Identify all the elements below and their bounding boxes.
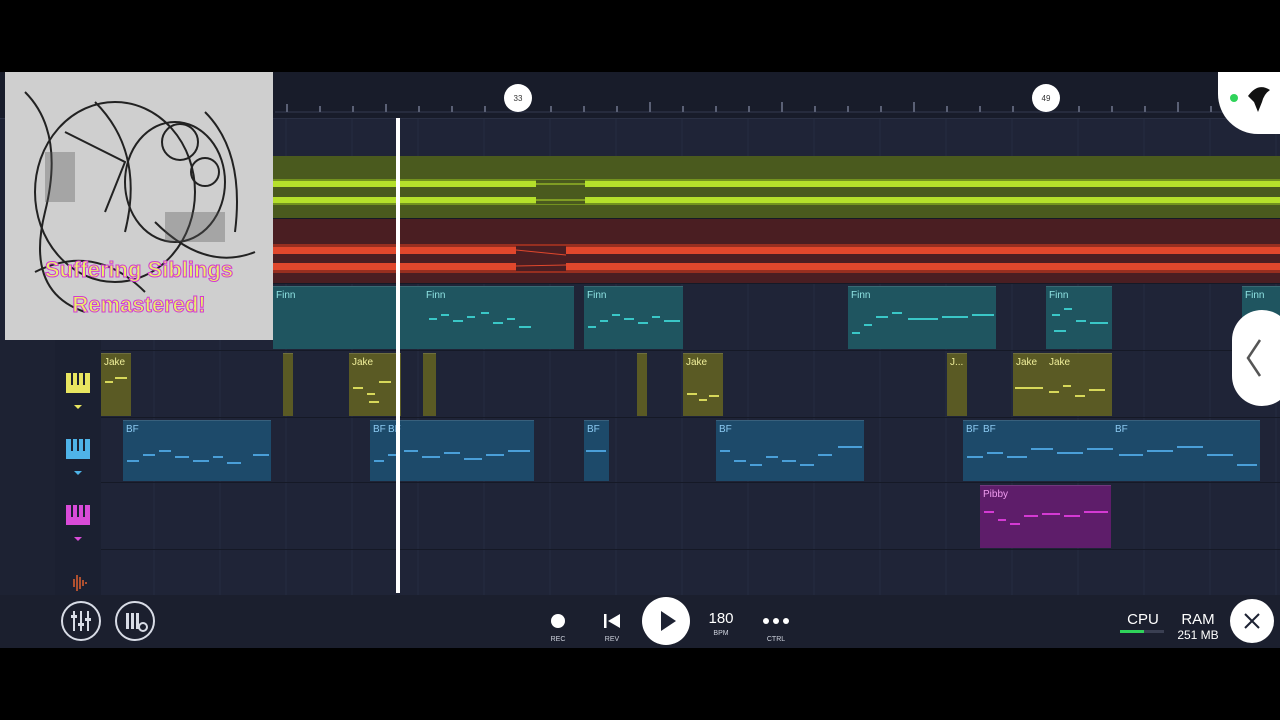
piano-settings-button[interactable] [115,601,155,641]
clip-jake[interactable]: Jake [349,353,401,416]
clip-bf[interactable]: BF [123,420,271,481]
close-icon [1244,613,1260,629]
bpm-label: BPM [713,630,729,637]
clip-jake[interactable]: Jake Jake [1013,353,1112,416]
note-pattern [374,450,530,462]
clip-bf[interactable]: BF BF [370,420,534,481]
play-button[interactable] [642,597,690,645]
piano-icon-jake[interactable] [64,371,94,411]
cpu-label: CPU [1127,611,1159,628]
note-pattern [1052,308,1108,332]
note-pattern [353,381,391,403]
clip-bf[interactable]: BF BF BF [963,420,1260,481]
bpm-display[interactable]: 180 BPM [702,610,740,637]
clip-jake[interactable] [637,353,647,416]
bird-icon [1230,87,1270,112]
ctrl-label: CTRL [766,636,786,643]
close-button[interactable] [1230,599,1274,643]
track-lane-green-audio[interactable] [101,156,1280,219]
clip-finn[interactable]: Finn [584,286,683,349]
rewind-button[interactable]: REV [600,613,624,643]
play-icon [661,611,676,631]
green-waveform [101,179,1280,205]
record-label: REC [550,636,566,643]
clip-jake[interactable]: Jake [683,353,723,416]
svg-text:Remastered!: Remastered! [72,292,205,317]
transport-bar: REC REV 180 BPM CTRL CPU RAM 251 MB [0,595,1280,648]
note-pattern [984,511,1108,525]
bpm-value: 180 [708,610,734,627]
note-pattern [1015,385,1105,397]
note-pattern [127,450,269,464]
ctrl-button[interactable]: CTRL [760,613,792,643]
record-dot-icon [551,614,565,628]
ram-meter: RAM 251 MB [1172,611,1224,642]
clip-finn[interactable]: Finn [1046,286,1112,349]
clip-jake[interactable] [423,353,436,416]
clip-jake[interactable]: J... [947,353,967,416]
clip-label: J... [950,357,964,368]
more-dots-icon [763,618,789,624]
red-waveform [101,244,1280,273]
clip-finn[interactable]: Finn [423,286,534,349]
playhead[interactable] [396,118,400,593]
chevron-left-icon [1246,339,1262,377]
cover-sketch: Suffering Siblings Remastered! [5,72,273,340]
clip-label: Finn [1245,290,1265,301]
clip-jake[interactable] [283,353,293,416]
cpu-bar [1120,630,1164,633]
note-pattern [967,446,1257,466]
mixer-button[interactable] [61,601,101,641]
note-pattern [687,393,719,401]
clip-jake[interactable]: Jake [101,353,131,416]
clip-pibby[interactable]: Pibby [980,485,1111,548]
side-panel-handle[interactable] [1232,310,1280,406]
note-pattern [588,314,680,328]
ram-value: 251 MB [1177,628,1219,642]
svg-text:Suffering Siblings: Suffering Siblings [45,257,233,282]
track-lane-finn[interactable]: Finn Finn Finn Finn Finn Finn [101,284,1280,351]
clip-bf[interactable]: BF [584,420,609,481]
skip-back-icon [604,614,620,628]
mixer-icon [71,611,91,631]
cover-art: Suffering Siblings Remastered! [5,72,273,340]
piano-icon-pibby[interactable] [64,503,94,543]
track-lane-pibby[interactable]: Pibby [101,483,1280,550]
note-pattern [429,312,531,328]
clip-label: Finn [276,290,296,301]
piano-settings-icon [126,613,148,632]
bar-marker-49[interactable]: 49 [1032,84,1060,112]
clip-bf[interactable]: BF [716,420,864,481]
track-lane-jake[interactable]: Jake Jake Jake J... Jake Jake [101,351,1280,418]
bar-marker-33[interactable]: 33 [504,84,532,112]
rewind-label: REV [604,636,620,643]
record-button[interactable]: REC [546,613,570,643]
track-area[interactable]: Finn Finn Finn Finn Finn Finn Jake Jake … [101,119,1280,596]
track-lane-red-audio[interactable] [101,219,1280,284]
note-pattern [105,377,127,383]
track-lane-bf[interactable]: BF BF BF BF BF BF BF BF [101,418,1280,483]
note-pattern [852,312,994,334]
corner-widget[interactable] [1218,72,1280,134]
clip-finn[interactable]: Finn [848,286,996,349]
ram-label: RAM [1181,611,1215,628]
note-pattern [586,450,606,452]
track-lane-audio-empty[interactable] [101,550,1280,596]
piano-icon-bf[interactable] [64,437,94,477]
note-pattern [720,446,862,466]
cpu-meter: CPU [1120,611,1166,633]
